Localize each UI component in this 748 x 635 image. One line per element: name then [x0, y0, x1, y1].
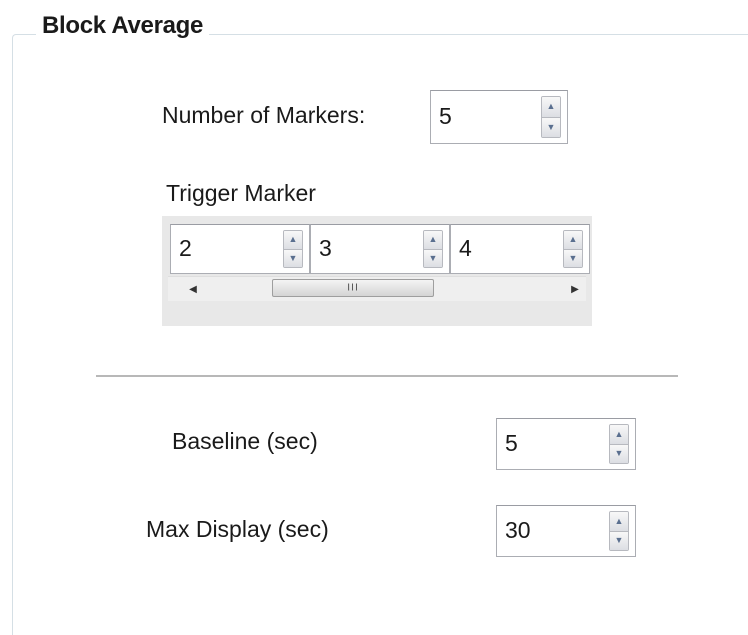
trigger-marker-grid: 2 ▲ ▼ 3 ▲ ▼ 4 ▲ ▼ ◀ III ▶ — [162, 216, 592, 326]
arrow-down-icon[interactable]: ▼ — [424, 248, 442, 267]
spin-buttons: ▲ ▼ — [283, 230, 303, 268]
arrow-down-icon[interactable]: ▼ — [284, 248, 302, 267]
baseline-label: Baseline (sec) — [172, 428, 318, 454]
max-display-spinbox[interactable]: 30 ▲ ▼ — [496, 505, 636, 557]
trigger-marker-label: Trigger Marker — [166, 180, 316, 206]
number-of-markers-spinbox[interactable]: 5 ▲ ▼ — [430, 90, 568, 144]
trigger-cell-2[interactable]: 3 ▲ ▼ — [310, 224, 450, 274]
arrow-down-icon[interactable]: ▼ — [542, 116, 560, 137]
trigger-cell-3[interactable]: 4 ▲ ▼ — [450, 224, 590, 274]
block-average-groupbox — [12, 34, 748, 635]
horizontal-scrollbar[interactable]: ◀ III ▶ — [168, 276, 586, 301]
scroll-left-icon[interactable]: ◀ — [184, 279, 202, 299]
baseline-spinbox[interactable]: 5 ▲ ▼ — [496, 418, 636, 470]
baseline-value[interactable]: 5 — [505, 430, 518, 457]
arrow-up-icon[interactable]: ▲ — [610, 512, 628, 531]
trigger-cell-value[interactable]: 4 — [459, 235, 472, 262]
max-display-label: Max Display (sec) — [146, 516, 329, 542]
arrow-up-icon[interactable]: ▲ — [610, 425, 628, 444]
trigger-cell-1[interactable]: 2 ▲ ▼ — [170, 224, 310, 274]
arrow-down-icon[interactable]: ▼ — [610, 443, 628, 463]
trigger-cell-value[interactable]: 3 — [319, 235, 332, 262]
spin-buttons: ▲ ▼ — [609, 511, 629, 551]
number-of-markers-value[interactable]: 5 — [439, 103, 452, 130]
scroll-right-icon[interactable]: ▶ — [566, 279, 584, 299]
group-title: Block Average — [36, 12, 210, 40]
arrow-down-icon[interactable]: ▼ — [564, 248, 582, 267]
section-divider — [96, 375, 678, 377]
scroll-thumb[interactable]: III — [272, 279, 434, 297]
spin-buttons: ▲ ▼ — [609, 424, 629, 464]
trigger-cell-value[interactable]: 2 — [179, 235, 192, 262]
arrow-up-icon[interactable]: ▲ — [424, 231, 442, 249]
grip-icon: III — [347, 282, 359, 294]
spin-buttons: ▲ ▼ — [541, 96, 561, 138]
arrow-down-icon[interactable]: ▼ — [610, 530, 628, 550]
number-of-markers-label: Number of Markers: — [162, 102, 366, 128]
arrow-up-icon[interactable]: ▲ — [284, 231, 302, 249]
arrow-up-icon[interactable]: ▲ — [542, 97, 560, 117]
max-display-value[interactable]: 30 — [505, 517, 531, 544]
spin-buttons: ▲ ▼ — [423, 230, 443, 268]
spin-buttons: ▲ ▼ — [563, 230, 583, 268]
arrow-up-icon[interactable]: ▲ — [564, 231, 582, 249]
